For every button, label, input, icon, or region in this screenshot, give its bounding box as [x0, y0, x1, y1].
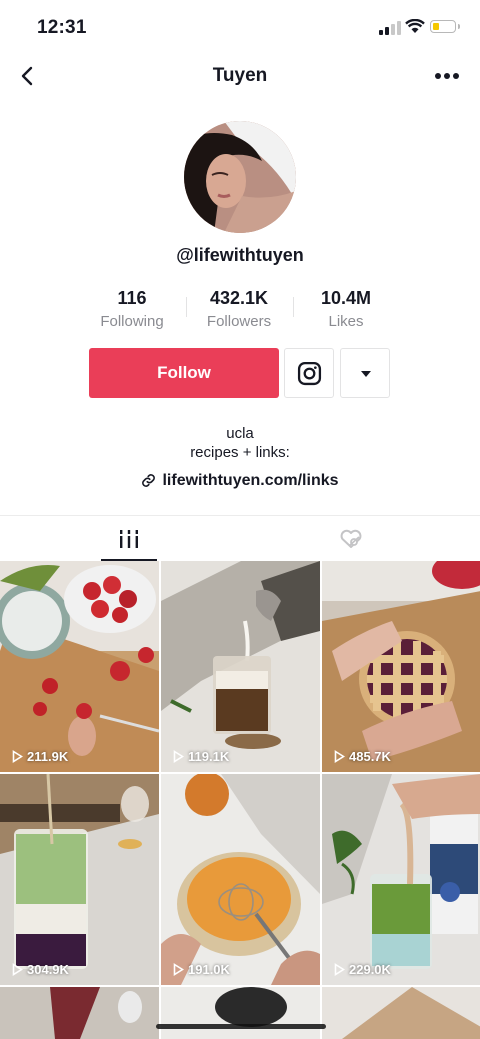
tab-liked[interactable]: [240, 516, 480, 562]
view-count: 191.0K: [173, 962, 230, 977]
home-indicator[interactable]: [156, 1024, 326, 1029]
view-count: 485.7K: [334, 749, 391, 764]
following-label: Following: [100, 313, 164, 330]
status-bar: 12:31: [0, 0, 480, 56]
view-count-text: 485.7K: [349, 749, 391, 764]
play-icon: [334, 750, 346, 763]
bio-link[interactable]: lifewithtuyen.com/links: [0, 472, 480, 490]
followers-label: Followers: [206, 313, 272, 330]
avatar[interactable]: [184, 121, 296, 233]
likes-label: Likes: [328, 313, 364, 330]
view-count-text: 304.9K: [27, 962, 69, 977]
view-count-text: 119.1K: [188, 749, 230, 764]
follow-button[interactable]: Follow: [89, 348, 279, 398]
following-count: 116: [117, 288, 147, 308]
followers-count: 432.1K: [209, 288, 269, 308]
status-time: 12:31: [37, 17, 87, 38]
followers-stat[interactable]: 432.1K Followers: [184, 288, 294, 330]
top-nav: Tuyen: [0, 56, 480, 96]
instagram-icon: [297, 361, 322, 386]
play-icon: [12, 963, 24, 976]
play-icon: [12, 750, 24, 763]
profile-handle: @lifewithtuyen: [176, 245, 304, 265]
view-count-text: 191.0K: [188, 962, 230, 977]
bio-line: recipes + links:: [190, 444, 290, 461]
link-icon: [142, 474, 156, 487]
view-count: 119.1K: [173, 749, 229, 764]
page-title: Tuyen: [212, 65, 268, 86]
likes-count: 10.4M: [320, 288, 372, 308]
video-thumbnail[interactable]: 304.9K: [0, 774, 159, 985]
more-options-icon[interactable]: [434, 72, 460, 80]
suggested-accounts-dropdown[interactable]: [340, 348, 390, 398]
instagram-button[interactable]: [284, 348, 334, 398]
video-thumbnail[interactable]: 119.1K: [161, 561, 320, 772]
video-thumbnail[interactable]: 485.7K: [322, 561, 480, 772]
profile-tabs: [0, 515, 480, 562]
play-icon: [334, 963, 346, 976]
liked-hidden-icon: [340, 529, 362, 548]
video-thumbnail[interactable]: [161, 987, 320, 1039]
view-count-text: 229.0K: [349, 962, 391, 977]
wifi-icon: [405, 19, 425, 33]
video-thumbnail[interactable]: [322, 987, 480, 1039]
video-thumbnail[interactable]: 211.9K: [0, 561, 159, 772]
video-thumbnail[interactable]: 229.0K: [322, 774, 480, 985]
grid-icon: [120, 530, 138, 548]
tab-videos[interactable]: [0, 516, 240, 562]
play-icon: [173, 963, 185, 976]
likes-stat[interactable]: 10.4M Likes: [291, 288, 401, 330]
view-count: 211.9K: [12, 749, 68, 764]
bio-link-text: lifewithtuyen.com/links: [162, 472, 339, 489]
following-stat[interactable]: 116 Following: [77, 288, 187, 330]
video-thumbnail[interactable]: 191.0K: [161, 774, 320, 985]
bio-line: ucla: [226, 425, 254, 442]
play-icon: [173, 750, 185, 763]
view-count-text: 211.9K: [27, 749, 69, 764]
caret-down-icon: [361, 371, 371, 377]
video-thumbnail[interactable]: [0, 987, 159, 1039]
view-count: 304.9K: [12, 962, 69, 977]
battery-icon: [430, 20, 460, 33]
view-count: 229.0K: [334, 962, 391, 977]
signal-icon: [379, 21, 401, 35]
